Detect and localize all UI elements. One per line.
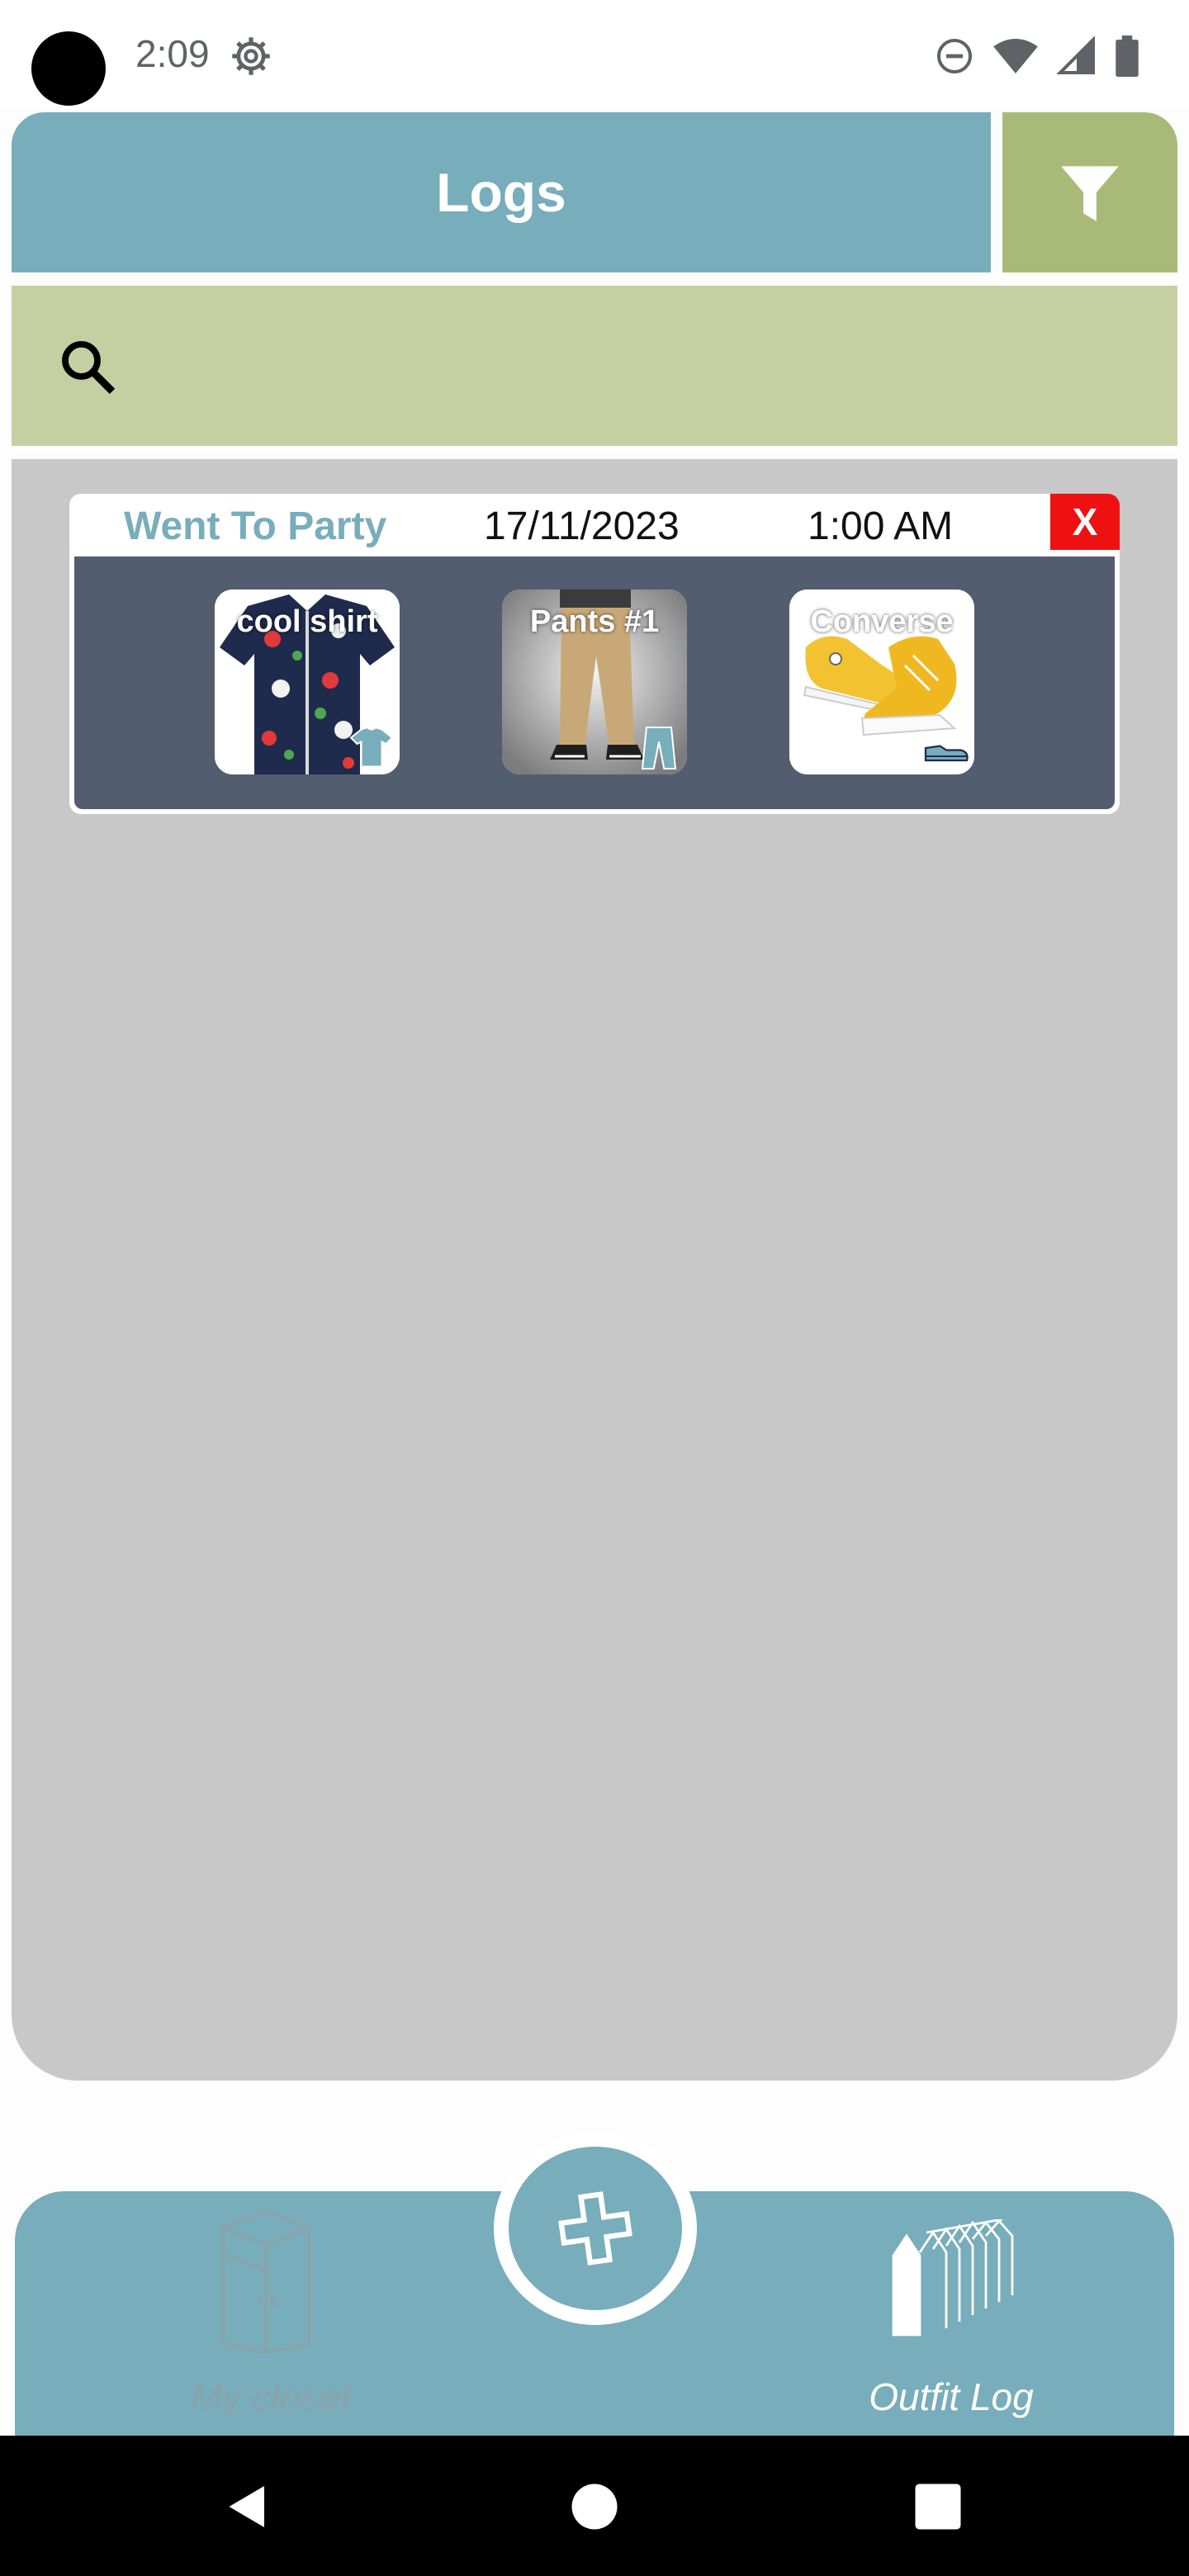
item-label: Pants #1 [529, 604, 660, 639]
nav-outfit-log[interactable]: Outfit Log [786, 2191, 1116, 2436]
logs-list[interactable]: Went To Party 17/11/2023 1:00 AM X cool … [12, 459, 1177, 2081]
wifi-icon [993, 39, 1038, 73]
status-bar: 2:09 [0, 0, 1189, 107]
status-icons [935, 33, 1139, 79]
signal-icon [1057, 36, 1095, 74]
filter-funnel-icon [1061, 166, 1119, 221]
log-header: Went To Party 17/11/2023 1:00 AM X [74, 494, 1120, 558]
filter-button[interactable] [1002, 112, 1177, 272]
log-items: cool shirt Pants #1 Converse [74, 556, 1115, 809]
delete-log-button[interactable]: X [1050, 494, 1120, 550]
search-divider [12, 446, 1177, 451]
add-log-button[interactable] [494, 2132, 697, 2325]
log-card[interactable]: Went To Party 17/11/2023 1:00 AM X cool … [69, 494, 1120, 814]
search-bar [12, 286, 1177, 446]
recents-icon[interactable] [913, 2482, 963, 2531]
search-input[interactable] [144, 319, 1151, 413]
nav-my-closet[interactable]: My closet [106, 2191, 436, 2436]
search-icon [62, 341, 116, 395]
closet-icon [221, 2209, 310, 2353]
battery-icon [1116, 36, 1139, 77]
log-date: 17/11/2023 [484, 504, 680, 548]
log-item-shoes[interactable]: Converse [789, 590, 974, 774]
nav-label: Outfit Log [869, 2375, 1034, 2418]
item-label: Converse [810, 604, 954, 639]
back-icon[interactable] [223, 2482, 272, 2531]
log-item-pants[interactable]: Pants #1 [502, 590, 687, 774]
log-time: 1:00 AM [808, 504, 954, 548]
log-item-shirt[interactable]: cool shirt [215, 590, 400, 774]
home-icon[interactable] [570, 2482, 619, 2531]
log-title: Went To Party [124, 504, 387, 548]
camera-cutout [31, 31, 106, 106]
header-bar: Logs [12, 112, 991, 272]
item-label: cool shirt [236, 604, 378, 639]
settings-gear-icon [232, 37, 270, 75]
status-time: 2:09 [135, 32, 210, 75]
shoe-icon [924, 745, 969, 762]
fab-inner [509, 2147, 682, 2310]
pants-icon [641, 727, 677, 769]
page-title: Logs [436, 162, 566, 223]
system-nav-bar [0, 2436, 1189, 2576]
do-not-disturb-icon [937, 39, 972, 73]
nav-label: My closet [190, 2375, 352, 2418]
clothes-rack-icon [892, 2219, 1014, 2337]
plus-icon [558, 2191, 632, 2266]
shirt-icon [349, 726, 394, 768]
